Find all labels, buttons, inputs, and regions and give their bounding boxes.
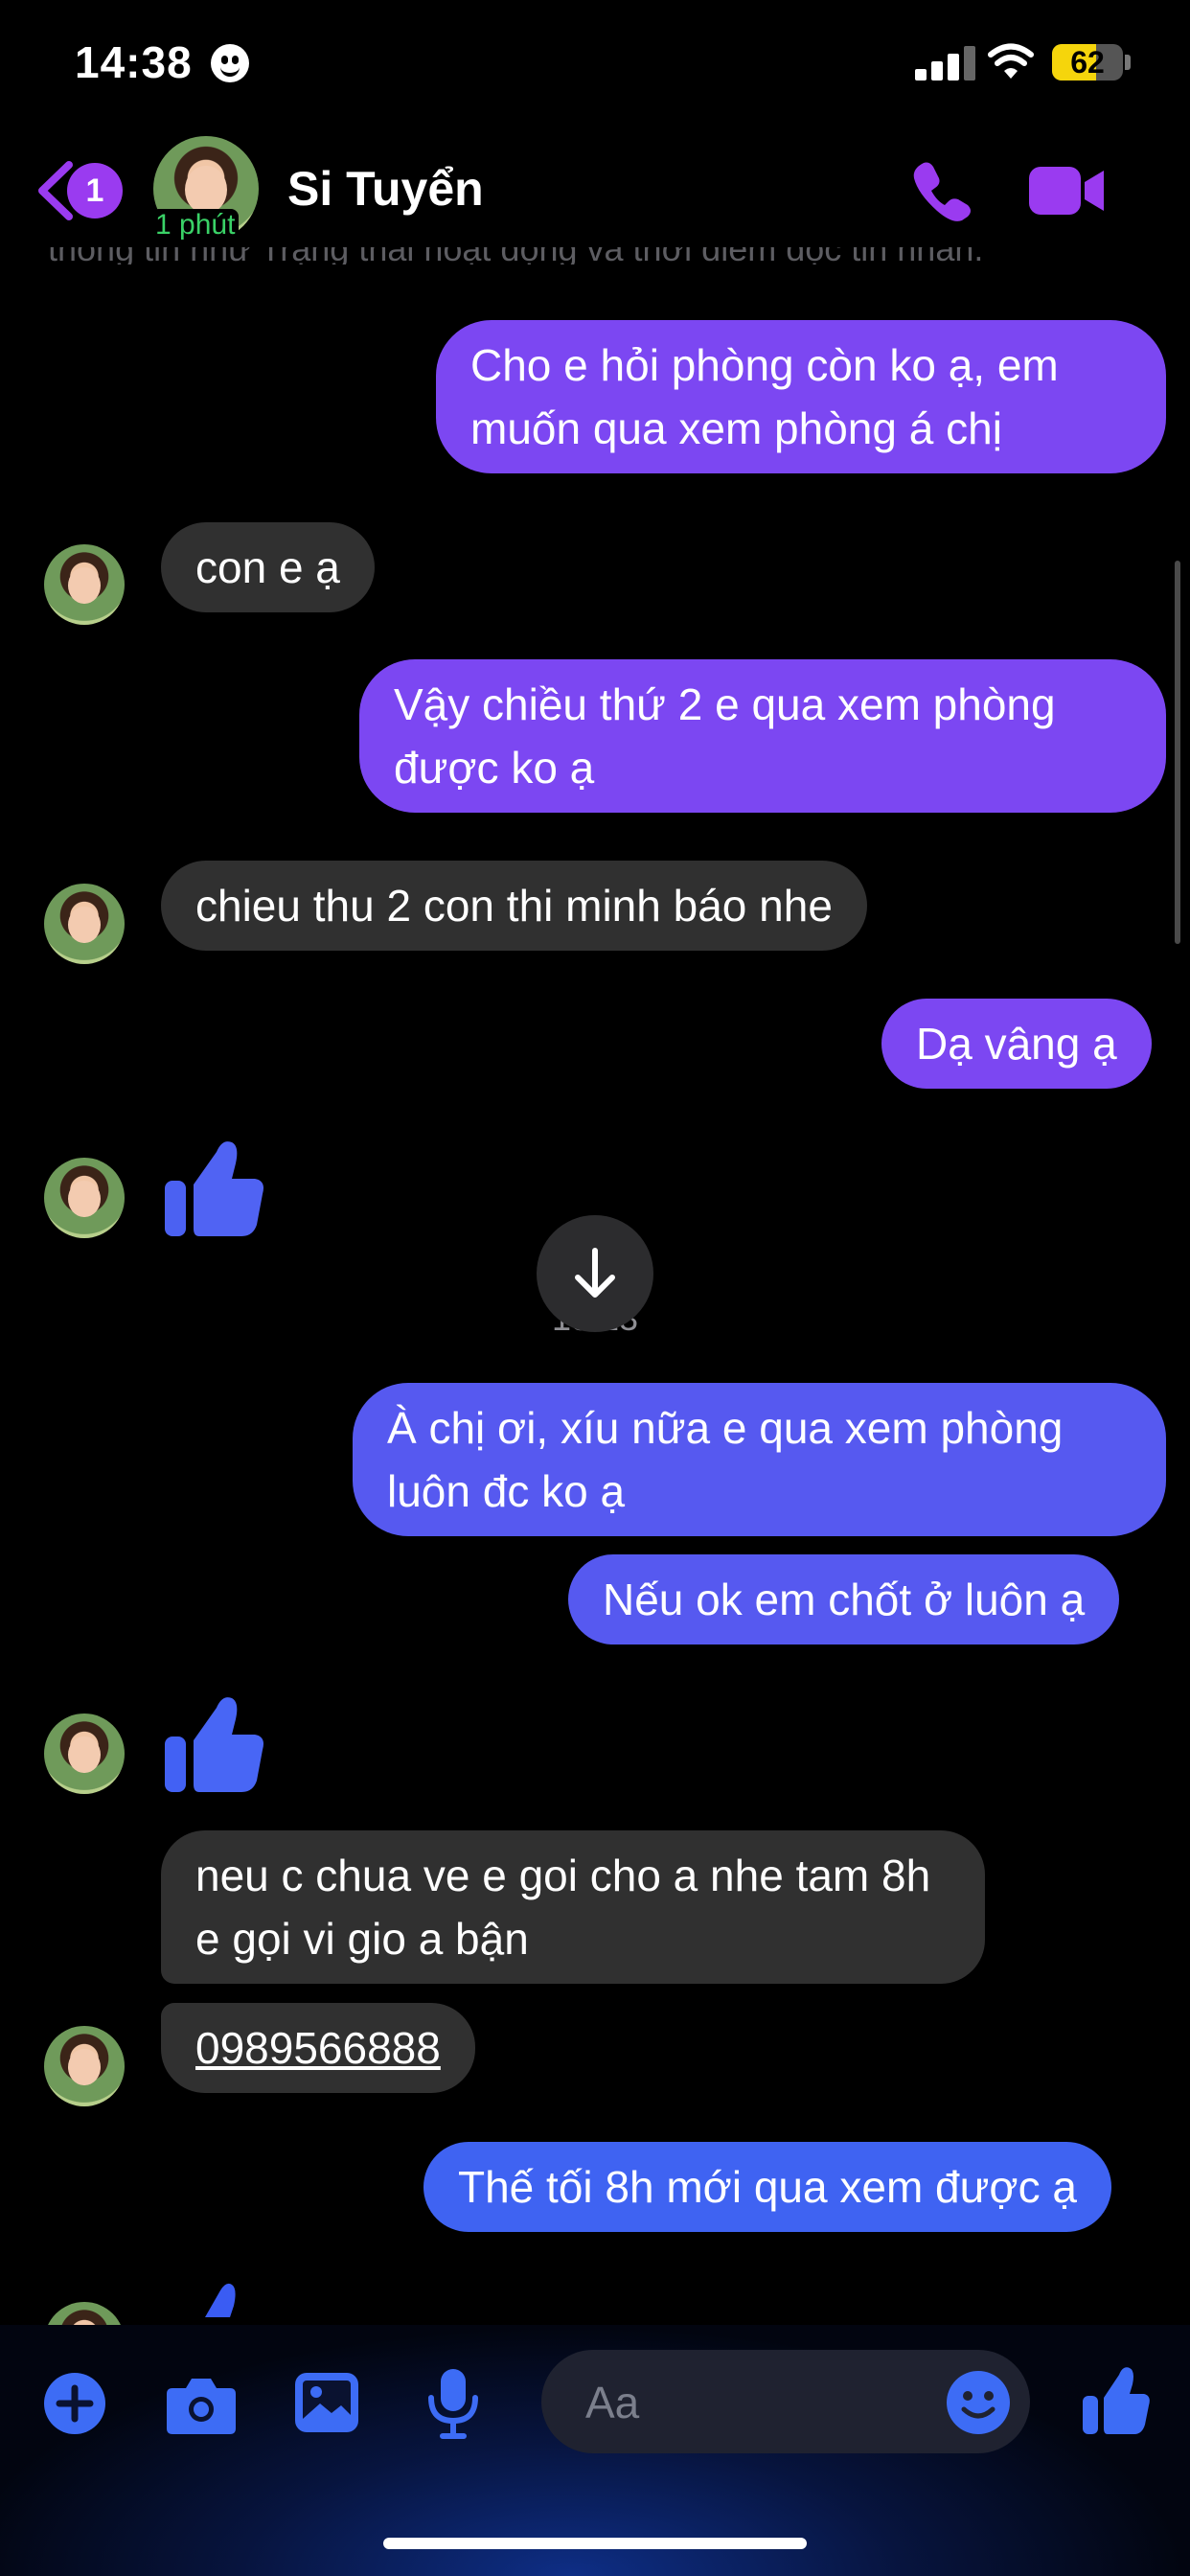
battery-percent: 62 [1070, 45, 1105, 80]
signal-bar-1 [915, 69, 927, 80]
contact-name[interactable]: Si Tuyển [287, 161, 484, 217]
thumbs-up-icon[interactable] [161, 1133, 266, 1240]
message-incoming[interactable]: neu c chua ve e goi cho a nhe tam 8h e g… [161, 1830, 985, 1984]
microphone-icon[interactable] [425, 2367, 481, 2440]
focus-mode-icon [211, 44, 249, 82]
contact-avatar[interactable] [44, 1158, 125, 1238]
unread-count-badge[interactable]: 1 [67, 163, 123, 218]
signal-bar-2 [931, 61, 943, 80]
message-outgoing[interactable]: Nếu ok em chốt ở luôn ạ [568, 1554, 1120, 1644]
emoji-icon[interactable] [945, 2369, 1012, 2436]
scrollbar[interactable] [1175, 561, 1180, 944]
contact-avatar[interactable] [44, 2026, 125, 2106]
status-time: 14:38 [75, 37, 193, 87]
contact-avatar[interactable] [44, 884, 125, 964]
message-outgoing[interactable]: Cho e hỏi phòng còn ko ạ, em muốn qua xe… [436, 320, 1166, 473]
message-incoming[interactable]: chieu thu 2 con thi minh báo nhe [161, 861, 867, 951]
message-outgoing[interactable]: À chị ơi, xíu nữa e qua xem phòng luôn đ… [353, 1383, 1166, 1536]
phone-number-text[interactable]: 0989566888 [195, 2023, 441, 2073]
video-camera-icon[interactable] [1027, 163, 1106, 218]
active-status-label: 1 phút [151, 209, 240, 242]
message-incoming[interactable]: con e ạ [161, 522, 375, 612]
battery-indicator: 62 [1052, 44, 1123, 80]
thumbs-up-icon[interactable] [161, 1689, 266, 1796]
contact-avatar[interactable] [44, 544, 125, 625]
message-outgoing[interactable]: Dạ vâng ạ [881, 999, 1152, 1089]
scroll-down-arrow-icon [575, 1248, 615, 1298]
message-outgoing[interactable]: Thế tối 8h mới qua xem được ạ [423, 2142, 1111, 2232]
signal-bar-3 [948, 54, 959, 80]
camera-icon[interactable] [165, 2373, 238, 2436]
image-icon[interactable] [293, 2371, 360, 2434]
message-input-placeholder: Aa [585, 2378, 640, 2427]
signal-bar-4 [964, 46, 975, 80]
wifi-icon [988, 43, 1034, 79]
message-outgoing[interactable]: Vậy chiều thứ 2 e qua xem phòng được ko … [359, 659, 1166, 813]
phone-number-link[interactable]: 0989566888 [161, 2003, 475, 2093]
home-indicator [383, 2538, 807, 2549]
plus-icon[interactable] [42, 2371, 107, 2436]
contact-avatar[interactable] [44, 1714, 125, 1794]
phone-icon[interactable] [908, 157, 975, 224]
scroll-to-bottom-button[interactable] [537, 1215, 653, 1332]
like-icon[interactable] [1081, 2363, 1150, 2436]
battery-cap [1125, 55, 1131, 70]
